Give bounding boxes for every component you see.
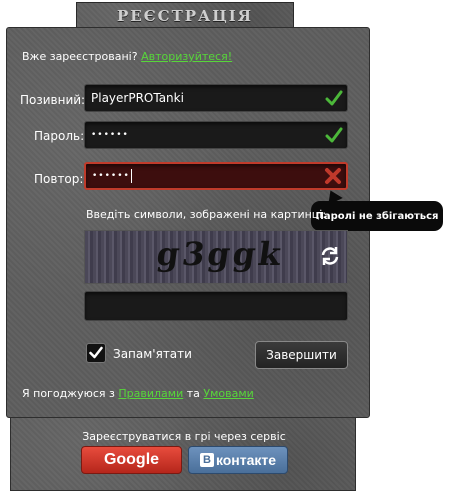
remember-checkbox[interactable] <box>86 343 106 363</box>
google-button[interactable]: Google <box>81 446 182 474</box>
remember-label: Запам'ятати <box>113 347 192 361</box>
vkontakte-button[interactable]: B контакте <box>188 446 288 474</box>
password-value: •••••• <box>91 130 129 140</box>
text-cursor <box>130 169 132 183</box>
checkmark-icon <box>89 346 103 359</box>
error-x-icon <box>325 168 341 184</box>
vk-logo-icon: B <box>199 453 214 467</box>
social-bar <box>10 418 356 491</box>
error-tooltip: Паролі не збігаються <box>311 201 443 231</box>
repeat-value: •••••• <box>92 171 130 181</box>
repeat-password-field[interactable]: •••••• <box>84 162 348 190</box>
social-prompt: Зареєструватися в грі через сервіс <box>82 430 286 443</box>
login-prompt-text: Вже зареєстровані? <box>22 50 138 63</box>
password-field[interactable]: •••••• <box>84 121 348 149</box>
login-prompt: Вже зареєстровані? Авторизуйтеся! <box>22 50 232 63</box>
repeat-label: Повтор: <box>34 172 84 186</box>
error-tooltip-text: Паролі не збігаються <box>315 210 439 222</box>
captcha-input[interactable] <box>84 291 348 321</box>
title-tab: РЕЄСТРАЦІЯ <box>76 2 294 28</box>
terms-prefix: Я погоджуюся з <box>22 387 115 400</box>
finish-button[interactable]: Завершити <box>255 341 348 369</box>
check-icon <box>325 127 343 143</box>
captcha-label: Введіть символи, зображені на картинці: <box>86 208 327 221</box>
callsign-label: Позивний: <box>20 93 86 107</box>
terms-and: та <box>186 387 200 400</box>
rules-link[interactable]: Правилами <box>118 387 183 400</box>
password-label: Пароль: <box>34 129 85 143</box>
refresh-captcha-icon[interactable] <box>319 245 341 267</box>
page-title: РЕЄСТРАЦІЯ <box>117 6 253 25</box>
terms-text: Я погоджуюся з Правилами та Умовами <box>22 387 254 400</box>
login-link[interactable]: Авторизуйтеся! <box>141 50 232 63</box>
captcha-text: g3ggk <box>154 235 287 273</box>
captcha-image: g3ggk <box>84 230 348 284</box>
vk-label: контакте <box>215 452 277 468</box>
callsign-field[interactable]: PlayerPROTanki <box>84 84 348 112</box>
check-icon <box>325 90 343 106</box>
terms-link[interactable]: Умовами <box>203 387 253 400</box>
callsign-value: PlayerPROTanki <box>91 91 184 105</box>
